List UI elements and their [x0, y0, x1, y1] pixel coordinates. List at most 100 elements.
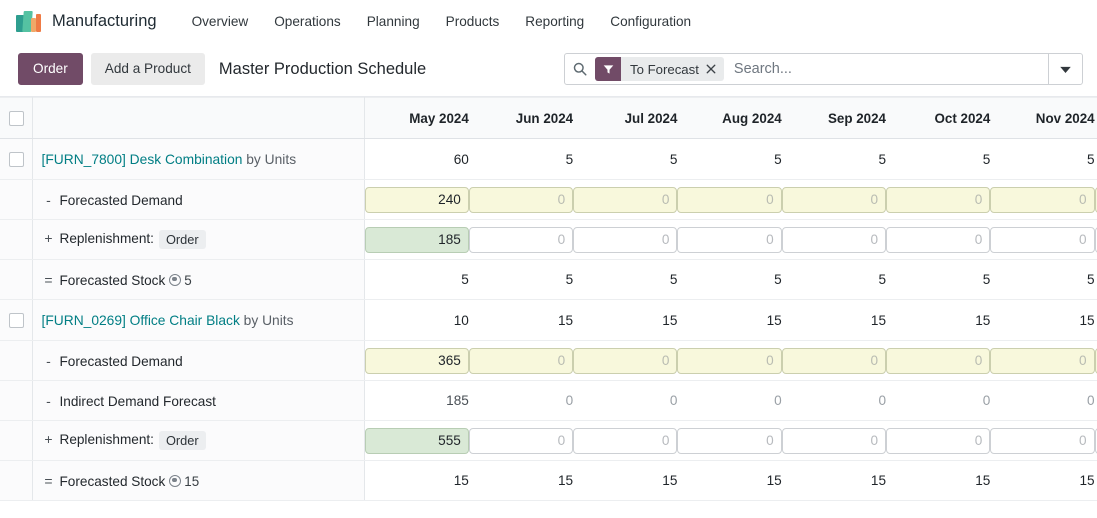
- row-label: Replenishment:: [59, 432, 154, 448]
- row-sign-spacer-cell: [0, 219, 33, 260]
- forecast-cell: [990, 219, 1095, 260]
- forecasted-demand-input[interactable]: [677, 186, 782, 213]
- row-label: Forecasted Demand: [59, 353, 183, 369]
- chevron-down-icon[interactable]: [1048, 54, 1082, 84]
- replenishment-input[interactable]: [990, 226, 1095, 253]
- replenishment-input[interactable]: [365, 427, 469, 454]
- replenishment-input[interactable]: [781, 427, 887, 454]
- replenishment-input[interactable]: [365, 226, 469, 253]
- product-value-cell: 15: [990, 299, 1095, 341]
- product-value-cell: 15: [781, 299, 887, 341]
- forecasted-stock-cell: 15: [573, 460, 678, 501]
- column-header-sep-2024[interactable]: Sep 2024: [781, 97, 887, 139]
- column-header-aug-2024[interactable]: Aug 2024: [677, 97, 782, 139]
- forecast-cell: [990, 179, 1095, 220]
- forecasted-demand-input[interactable]: [990, 186, 1095, 213]
- forecasted-demand-input[interactable]: [365, 186, 469, 213]
- forecasted-demand-input[interactable]: [781, 186, 887, 213]
- nav-item-reporting[interactable]: Reporting: [512, 8, 597, 35]
- replenishment-input[interactable]: [677, 427, 782, 454]
- forecasted-stock-cell: 5: [886, 259, 991, 300]
- indirect-demand-cell: 0: [468, 380, 574, 421]
- add-a-product-button[interactable]: Add a Product: [90, 52, 205, 86]
- product-link[interactable]: [FURN_0269] Office Chair Black: [42, 313, 240, 328]
- row-label-cell: = Forecasted Stock 15: [32, 460, 366, 501]
- forecast-cell: [781, 179, 887, 220]
- forecasted-demand-input[interactable]: [886, 347, 991, 374]
- column-header-jun-2024[interactable]: Jun 2024: [468, 97, 574, 139]
- replenishment-input[interactable]: [573, 427, 678, 454]
- row-sign: -: [46, 191, 51, 208]
- mps-table-container[interactable]: May 2024 Jun 2024 Jul 2024 Aug 2024 Sep …: [0, 97, 1097, 518]
- nav-item-products[interactable]: Products: [433, 8, 513, 35]
- table-row-product[interactable]: [FURN_0269] Office Chair Black by Units 1…: [0, 299, 1097, 341]
- checkbox-unchecked[interactable]: [9, 312, 24, 328]
- forecasted-stock-cell: 5: [677, 259, 782, 300]
- forecasted-stock-cell: 5: [781, 259, 887, 300]
- row-label-cell: - Forecasted Demand: [32, 340, 366, 381]
- order-badge[interactable]: Order: [158, 431, 206, 450]
- product-value-cell: 5: [781, 138, 887, 180]
- forecast-cell: [886, 420, 991, 461]
- top-navbar: Manufacturing Overview Operations Planni…: [0, 0, 1097, 42]
- indirect-demand-cell: 0: [781, 380, 887, 421]
- nav-item-overview[interactable]: Overview: [179, 8, 262, 35]
- forecasted-stock-cell: 15: [781, 460, 887, 501]
- forecast-cell: [364, 179, 469, 220]
- product-value-cell: 5: [573, 138, 678, 180]
- row-sign-spacer-cell: [0, 420, 33, 461]
- forecast-cell: [781, 219, 887, 260]
- row-label-cell: + Replenishment: Order: [32, 420, 366, 461]
- replenishment-input[interactable]: [677, 226, 782, 253]
- row-sign: =: [44, 271, 53, 288]
- table-row-product[interactable]: [FURN_7800] Desk Combination by Units 60 5…: [0, 138, 1097, 180]
- forecasted-demand-input[interactable]: [677, 347, 782, 374]
- forecast-cell: [573, 420, 678, 461]
- search-panel[interactable]: To Forecast: [564, 53, 1083, 85]
- table-body: [FURN_7800] Desk Combination by Units 60 5…: [0, 138, 1097, 501]
- column-header-may-2024[interactable]: May 2024: [364, 97, 469, 139]
- order-badge[interactable]: Order: [158, 230, 206, 249]
- forecasted-demand-input[interactable]: [573, 186, 678, 213]
- row-label-cell: - Indirect Demand Forecast: [32, 380, 366, 421]
- forecasted-stock-cell: 5: [573, 259, 678, 300]
- product-value-cell: 10: [364, 299, 469, 341]
- product-value-cell: 15: [573, 299, 678, 341]
- product-value-cell: 5: [468, 138, 574, 180]
- nav-item-planning[interactable]: Planning: [354, 8, 433, 35]
- search-input[interactable]: [723, 54, 1048, 84]
- order-button[interactable]: Order: [18, 52, 83, 86]
- column-header-oct-2024[interactable]: Oct 2024: [886, 97, 991, 139]
- forecasted-demand-input[interactable]: [990, 347, 1095, 374]
- replenishment-input[interactable]: [573, 226, 678, 253]
- forecasted-demand-input[interactable]: [365, 347, 469, 374]
- forecast-cell: [573, 340, 678, 381]
- search-facet-to-forecast[interactable]: To Forecast: [595, 57, 724, 81]
- replenishment-input[interactable]: [990, 427, 1095, 454]
- close-icon[interactable]: [706, 57, 724, 81]
- product-uom-label: by Units: [242, 151, 297, 167]
- forecast-cell: [364, 340, 469, 381]
- checkbox-unchecked[interactable]: [9, 110, 24, 126]
- forecasted-demand-input[interactable]: [468, 347, 574, 374]
- checkbox-unchecked[interactable]: [9, 151, 24, 167]
- column-header-nov-2024[interactable]: Nov 2024: [990, 97, 1095, 139]
- replenishment-input[interactable]: [781, 226, 887, 253]
- replenishment-input[interactable]: [886, 427, 991, 454]
- nav-item-operations[interactable]: Operations: [261, 8, 354, 35]
- product-column-header: [32, 97, 366, 139]
- column-header-jul-2024[interactable]: Jul 2024: [573, 97, 678, 139]
- product-link[interactable]: [FURN_7800] Desk Combination: [42, 152, 243, 167]
- forecasted-demand-input[interactable]: [886, 186, 991, 213]
- product-value-cell: 15: [677, 299, 782, 341]
- forecast-cell: [886, 219, 991, 260]
- replenishment-input[interactable]: [468, 427, 574, 454]
- replenishment-input[interactable]: [886, 226, 991, 253]
- search-facet-label: To Forecast: [630, 61, 699, 77]
- nav-item-configuration[interactable]: Configuration: [597, 8, 704, 35]
- forecasted-demand-input[interactable]: [781, 347, 887, 374]
- replenishment-input[interactable]: [468, 226, 574, 253]
- forecasted-demand-input[interactable]: [573, 347, 678, 374]
- forecast-cell: [990, 340, 1095, 381]
- forecasted-demand-input[interactable]: [468, 186, 574, 213]
